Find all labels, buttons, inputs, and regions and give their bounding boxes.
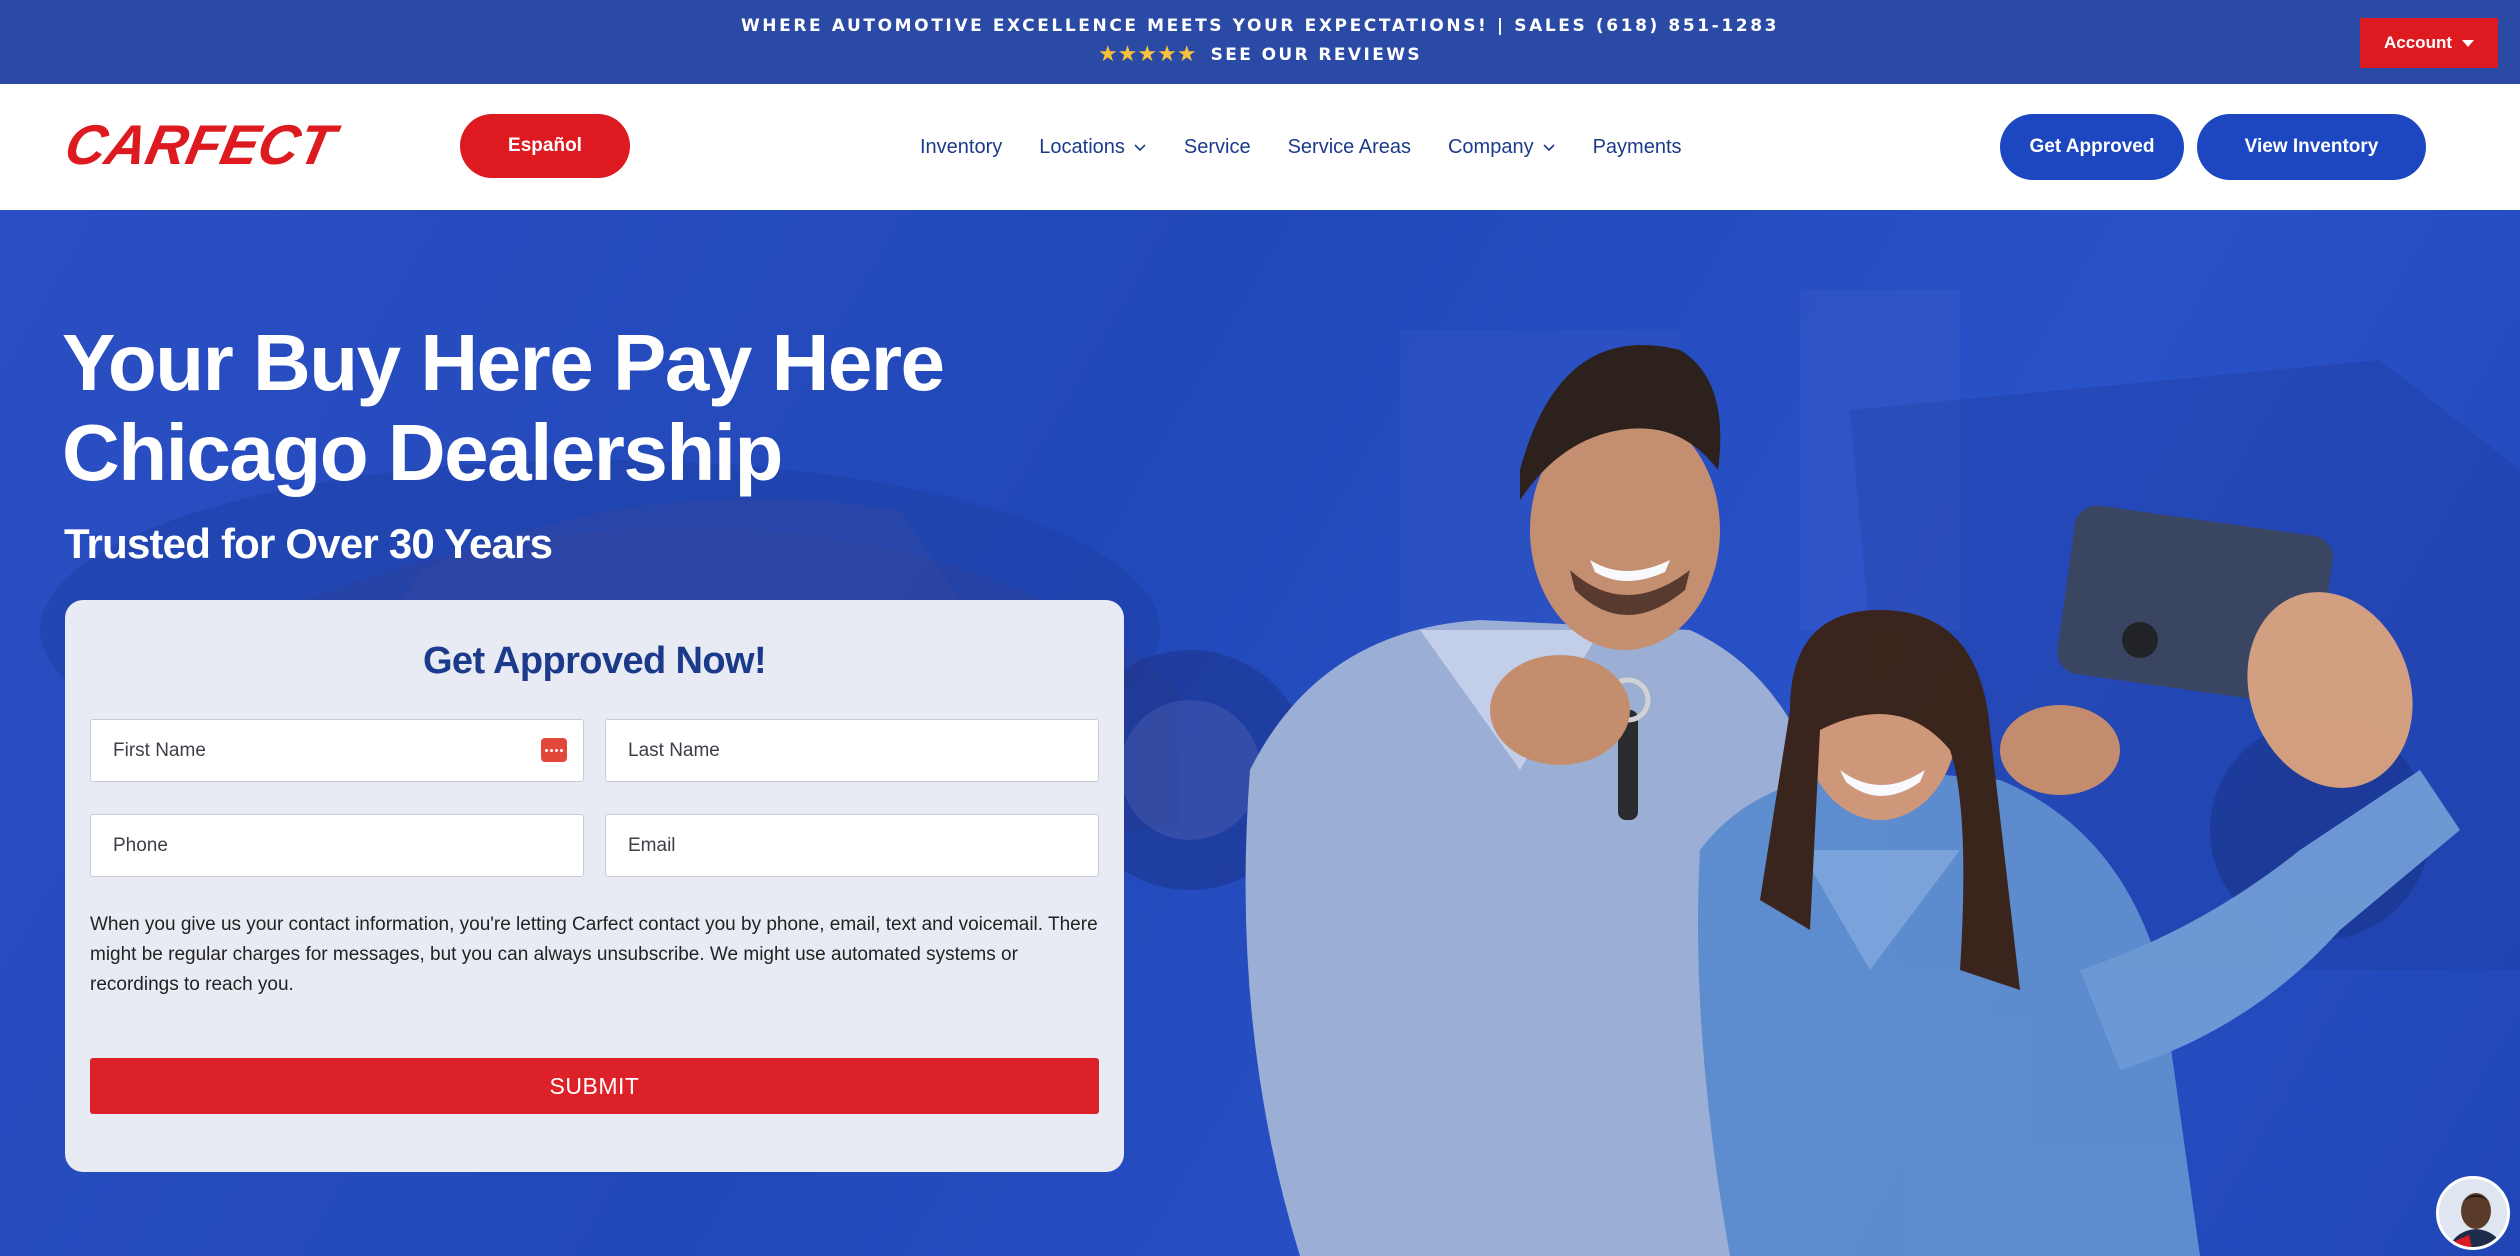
see-reviews-link[interactable]: SEE OUR REVIEWS — [1211, 45, 1422, 65]
nav-inventory[interactable]: Inventory — [920, 136, 1002, 159]
site-header: CARFECT Español Inventory Locations Serv… — [0, 84, 2520, 210]
email-field[interactable] — [605, 814, 1099, 877]
nav-payments[interactable]: Payments — [1593, 136, 1682, 159]
promo-text: WHERE AUTOMOTIVE EXCELLENCE MEETS YOUR E… — [740, 16, 1780, 36]
account-label: Account — [2384, 33, 2452, 52]
hero-section: Your Buy Here Pay Here Chicago Dealershi… — [0, 210, 2520, 1256]
chat-avatar-icon[interactable] — [2436, 1176, 2510, 1250]
nav-inventory-label: Inventory — [920, 135, 1003, 158]
nav-company[interactable]: Company — [1448, 136, 1556, 159]
nav-service-areas[interactable]: Service Areas — [1288, 136, 1411, 159]
get-approved-form: Get Approved Now! When you give us your … — [65, 600, 1124, 1172]
account-button[interactable]: Account — [2360, 18, 2498, 68]
form-title: Get Approved Now! — [422, 640, 767, 682]
nav-payments-label: Payments — [1592, 135, 1682, 158]
nav-company-label: Company — [1447, 135, 1534, 158]
autofill-icon[interactable] — [541, 738, 567, 762]
consent-text: When you give us your contact informatio… — [90, 914, 1098, 995]
espanol-button[interactable]: Español — [460, 114, 630, 178]
phone-field[interactable] — [90, 814, 584, 877]
last-name-field[interactable] — [605, 719, 1099, 782]
hero-title-line2: Chicago Dealership — [62, 408, 783, 497]
nav-locations-label: Locations — [1039, 135, 1125, 158]
caret-down-icon — [2462, 39, 2474, 47]
top-bar: WHERE AUTOMOTIVE EXCELLENCE MEETS YOUR E… — [0, 0, 2520, 84]
carfect-logo[interactable]: CARFECT — [60, 118, 376, 172]
nav-locations[interactable]: Locations — [1039, 136, 1147, 159]
submit-button[interactable]: SUBMIT — [90, 1058, 1099, 1114]
hero-subtitle: Trusted for Over 30 Years — [64, 520, 553, 567]
rating-stars-icon: ★★★★★ — [1097, 42, 1197, 67]
chevron-down-icon — [1134, 144, 1146, 152]
hero-title: Your Buy Here Pay Here Chicago Dealershi… — [62, 318, 945, 498]
reviews-row[interactable]: ★★★★★ SEE OUR REVIEWS — [0, 42, 2520, 67]
nav-service-areas-label: Service Areas — [1287, 135, 1411, 158]
hero-title-line1: Your Buy Here Pay Here — [62, 318, 945, 407]
nav-service[interactable]: Service — [1184, 136, 1251, 159]
nav-service-label: Service — [1183, 135, 1251, 158]
svg-text:CARFECT: CARFECT — [60, 118, 345, 172]
view-inventory-button[interactable]: View Inventory — [2197, 114, 2426, 180]
chevron-down-icon — [1543, 144, 1555, 152]
get-approved-button[interactable]: Get Approved — [2000, 114, 2184, 180]
main-nav: Inventory Locations Service Service Area… — [920, 84, 1682, 210]
first-name-field[interactable] — [90, 719, 584, 782]
